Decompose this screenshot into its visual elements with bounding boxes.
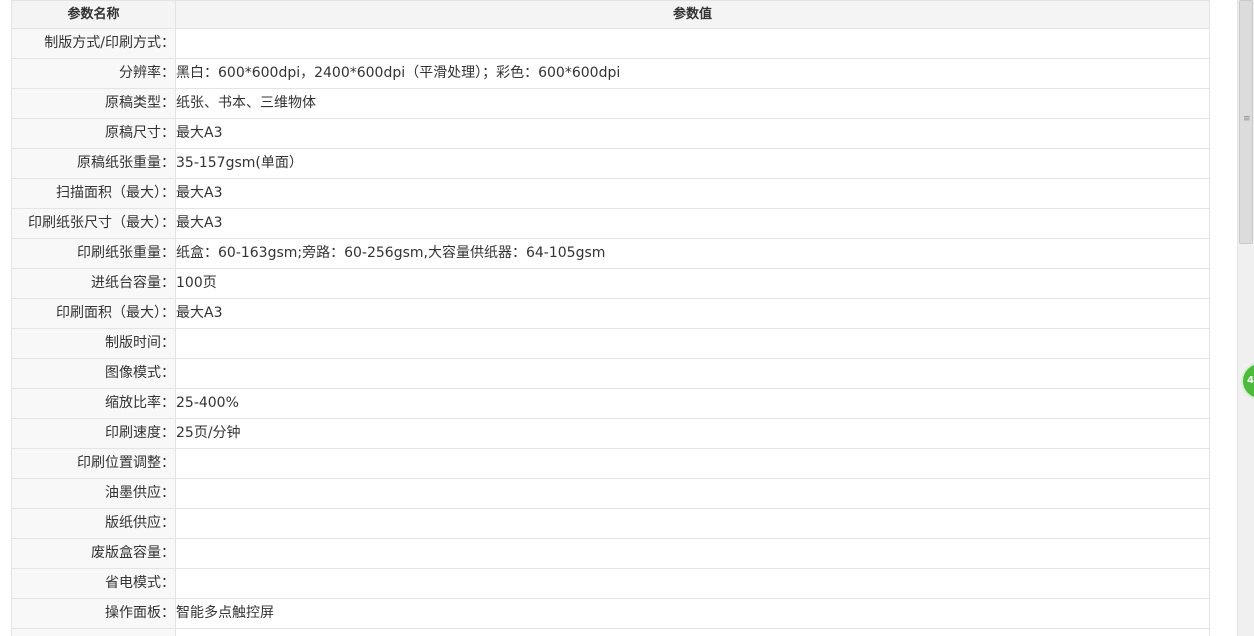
param-name: 油墨供应： xyxy=(11,478,176,509)
table-row: 操作面板： 智能多点触控屏 xyxy=(11,598,1210,629)
table-row: 原稿类型： 纸张、书本、三维物体 xyxy=(11,88,1210,119)
table-row: 制版时间： xyxy=(11,328,1210,359)
table-row: 省电模式： xyxy=(11,568,1210,599)
param-value: 最大A3 xyxy=(175,178,1210,209)
param-value xyxy=(175,628,1210,636)
param-name: 分辨率： xyxy=(11,58,176,89)
table-row: 印刷纸张尺寸（最大）： 最大A3 xyxy=(11,208,1210,239)
scrollbar-thumb[interactable]: ≡ xyxy=(1239,0,1253,244)
table-row: 缩放比率： 25-400% xyxy=(11,388,1210,419)
param-value: 纸张、书本、三维物体 xyxy=(175,88,1210,119)
header-row: 参数名称 参数值 xyxy=(11,0,1210,29)
param-value xyxy=(175,28,1210,59)
param-name: 制版方式/印刷方式： xyxy=(11,28,176,59)
spec-table-body: 制版方式/印刷方式： 分辨率： 黑白：600*600dpi，2400*600dpi… xyxy=(11,28,1210,636)
param-value xyxy=(175,328,1210,359)
table-row xyxy=(11,628,1210,636)
param-value: 35-157gsm(单面） xyxy=(175,148,1210,179)
page: 参数名称 参数值 制版方式/印刷方式： 分辨率： 黑白：600*600dpi，24… xyxy=(0,0,1254,636)
param-name: 制版时间： xyxy=(11,328,176,359)
spec-table-container: 参数名称 参数值 制版方式/印刷方式： 分辨率： 黑白：600*600dpi，24… xyxy=(11,0,1210,636)
param-name: 省电模式： xyxy=(11,568,176,599)
param-name: 废版盒容量： xyxy=(11,538,176,569)
param-value: 最大A3 xyxy=(175,208,1210,239)
spec-table-header: 参数名称 参数值 xyxy=(11,0,1210,29)
spec-table: 参数名称 参数值 制版方式/印刷方式： 分辨率： 黑白：600*600dpi，24… xyxy=(11,0,1210,636)
param-value-header: 参数值 xyxy=(175,0,1210,29)
param-value xyxy=(175,448,1210,479)
table-row: 制版方式/印刷方式： xyxy=(11,28,1210,59)
table-row: 印刷面积（最大）： 最大A3 xyxy=(11,298,1210,329)
param-name: 图像模式： xyxy=(11,358,176,389)
table-row: 印刷速度： 25页/分钟 xyxy=(11,418,1210,449)
param-name: 版纸供应： xyxy=(11,508,176,539)
param-value: 最大A3 xyxy=(175,298,1210,329)
param-value: 25页/分钟 xyxy=(175,418,1210,449)
table-row: 印刷位置调整： xyxy=(11,448,1210,479)
param-value xyxy=(175,478,1210,509)
table-row: 扫描面积（最大）： 最大A3 xyxy=(11,178,1210,209)
table-row: 进纸台容量： 100页 xyxy=(11,268,1210,299)
param-name: 原稿纸张重量： xyxy=(11,148,176,179)
param-value xyxy=(175,358,1210,389)
table-row: 印刷纸张重量： 纸盒：60-163gsm;旁路：60-256gsm,大容量供纸器：… xyxy=(11,238,1210,269)
param-value: 黑白：600*600dpi，2400*600dpi（平滑处理）；彩色：600*6… xyxy=(175,58,1210,89)
table-row: 原稿纸张重量： 35-157gsm(单面） xyxy=(11,148,1210,179)
param-name: 进纸台容量： xyxy=(11,268,176,299)
grip-icon: ≡ xyxy=(1243,114,1251,124)
table-row: 废版盒容量： xyxy=(11,538,1210,569)
param-name: 印刷纸张尺寸（最大）： xyxy=(11,208,176,239)
param-name-header: 参数名称 xyxy=(11,0,176,29)
param-value xyxy=(175,508,1210,539)
param-name: 原稿类型： xyxy=(11,88,176,119)
param-name: 印刷纸张重量： xyxy=(11,238,176,269)
param-value: 25-400% xyxy=(175,388,1210,419)
table-row: 分辨率： 黑白：600*600dpi，2400*600dpi（平滑处理）；彩色：6… xyxy=(11,58,1210,89)
param-name: 扫描面积（最大）： xyxy=(11,178,176,209)
table-row: 原稿尺寸： 最大A3 xyxy=(11,118,1210,149)
table-row: 图像模式： xyxy=(11,358,1210,389)
param-value: 100页 xyxy=(175,268,1210,299)
param-name xyxy=(11,628,176,636)
param-name: 原稿尺寸： xyxy=(11,118,176,149)
param-name: 印刷位置调整： xyxy=(11,448,176,479)
param-value xyxy=(175,568,1210,599)
param-value: 纸盒：60-163gsm;旁路：60-256gsm,大容量供纸器：64-105g… xyxy=(175,238,1210,269)
param-name: 印刷面积（最大）： xyxy=(11,298,176,329)
param-value: 最大A3 xyxy=(175,118,1210,149)
param-value: 智能多点触控屏 xyxy=(175,598,1210,629)
param-name: 印刷速度： xyxy=(11,418,176,449)
table-row: 版纸供应： xyxy=(11,508,1210,539)
param-name: 缩放比率： xyxy=(11,388,176,419)
param-value xyxy=(175,538,1210,569)
table-row: 油墨供应： xyxy=(11,478,1210,509)
vertical-scrollbar[interactable]: ≡ xyxy=(1237,0,1254,636)
param-name: 操作面板： xyxy=(11,598,176,629)
